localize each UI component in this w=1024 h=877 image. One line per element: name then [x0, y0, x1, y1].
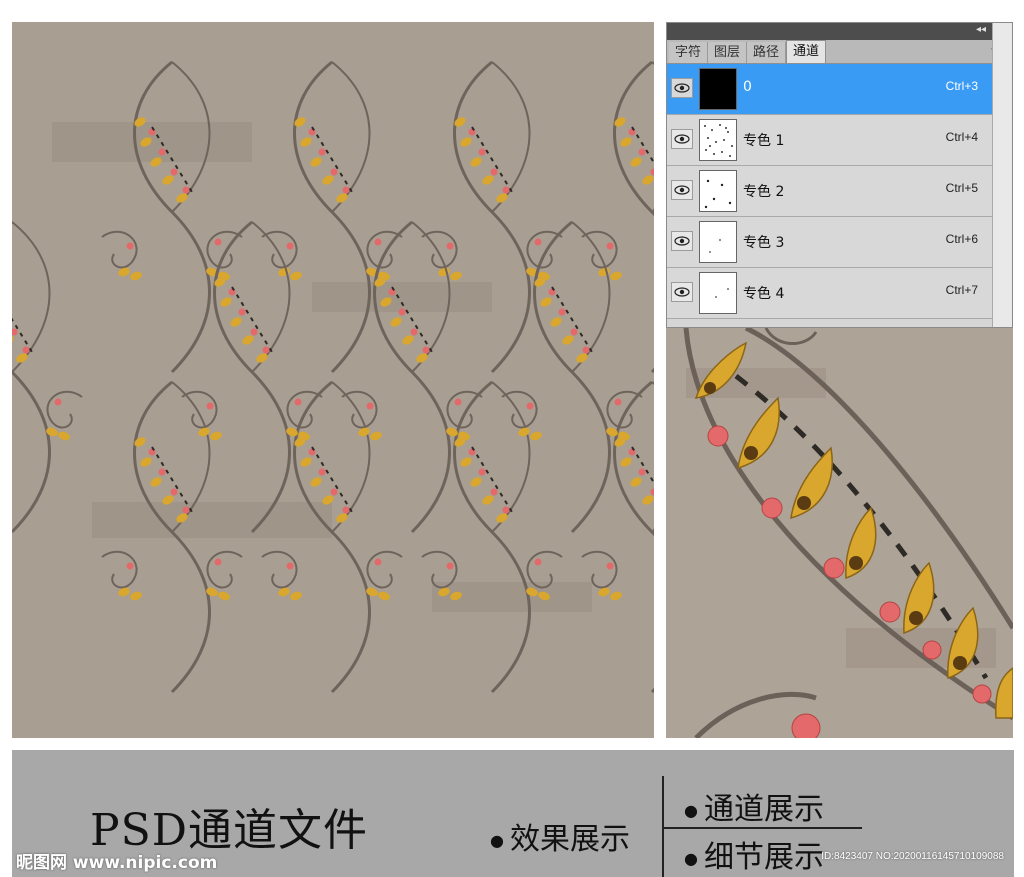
channel-shortcut: Ctrl+4 — [945, 130, 978, 144]
channel-row[interactable]: 专色 3 Ctrl+6 — [667, 217, 1012, 268]
image-id: ID:8423407 NO:20200116145710109088 — [821, 851, 1004, 862]
bullet-icon: ● — [684, 849, 698, 868]
effect-label: ● 效果展示 — [490, 814, 630, 858]
detail-zoom — [666, 328, 1013, 738]
channel-list: 0 Ctrl+3 专色 1 Ctrl+4 专色 2 Ctrl+5 专色 3 Ct… — [667, 64, 1012, 319]
panel-titlebar: ◂◂ ✕ — [667, 23, 1012, 40]
eye-icon[interactable] — [671, 78, 693, 98]
effect-text: 效果展示 — [509, 822, 630, 857]
channel-row[interactable]: 专色 2 Ctrl+5 — [667, 166, 1012, 217]
detail-text: 细节展示 — [703, 840, 824, 875]
tab-paths[interactable]: 路径 — [747, 42, 787, 63]
panel-tab-bar: 字符 图层 路径 通道 ▾≡ — [667, 40, 1012, 64]
channel-name: 0 — [743, 79, 752, 95]
channel-row[interactable]: 专色 1 Ctrl+4 — [667, 115, 1012, 166]
detail-label: ● 细节展示 — [684, 832, 824, 876]
channel-thumbnail — [699, 119, 737, 161]
eye-icon[interactable] — [671, 231, 693, 251]
channels-panel: ◂◂ ✕ 字符 图层 路径 通道 ▾≡ 0 Ctrl+3 专色 1 Ctrl+4… — [666, 22, 1013, 328]
channel-row[interactable]: 专色 4 Ctrl+7 — [667, 268, 1012, 319]
channel-text: 通道展示 — [703, 792, 824, 827]
site-watermark: 昵图网 www.nipic.com — [16, 853, 218, 873]
channel-name: 专色 4 — [743, 286, 785, 302]
eye-icon[interactable] — [671, 282, 693, 302]
pattern-preview — [12, 22, 654, 738]
channel-shortcut: Ctrl+3 — [945, 79, 978, 93]
channel-name: 专色 2 — [743, 184, 785, 200]
tab-layers[interactable]: 图层 — [708, 42, 748, 63]
eye-icon[interactable] — [671, 129, 693, 149]
bullet-icon: ● — [684, 801, 698, 820]
bullet-icon: ● — [490, 831, 504, 850]
panel-scrollbar[interactable] — [992, 23, 1012, 327]
channel-name: 专色 1 — [743, 133, 785, 149]
tab-channels[interactable]: 通道 — [786, 40, 827, 63]
channel-thumbnail — [699, 272, 737, 314]
channel-shortcut: Ctrl+5 — [945, 181, 978, 195]
channel-name: 专色 3 — [743, 235, 785, 251]
collapse-icon[interactable]: ◂◂ — [976, 24, 986, 35]
tab-character[interactable]: 字符 — [669, 42, 709, 63]
channel-thumbnail — [699, 68, 737, 110]
channel-label: ● 通道展示 — [684, 784, 824, 828]
channel-thumbnail — [699, 170, 737, 212]
channel-row[interactable]: 0 Ctrl+3 — [667, 64, 1012, 115]
channel-shortcut: Ctrl+7 — [945, 283, 978, 297]
channel-shortcut: Ctrl+6 — [945, 232, 978, 246]
bottom-banner: PSD通道文件 ● 效果展示 ● 通道展示 ● 细节展示 昵图网 www.nipic.… — [12, 750, 1014, 877]
eye-icon[interactable] — [671, 180, 693, 200]
channel-thumbnail — [699, 221, 737, 263]
